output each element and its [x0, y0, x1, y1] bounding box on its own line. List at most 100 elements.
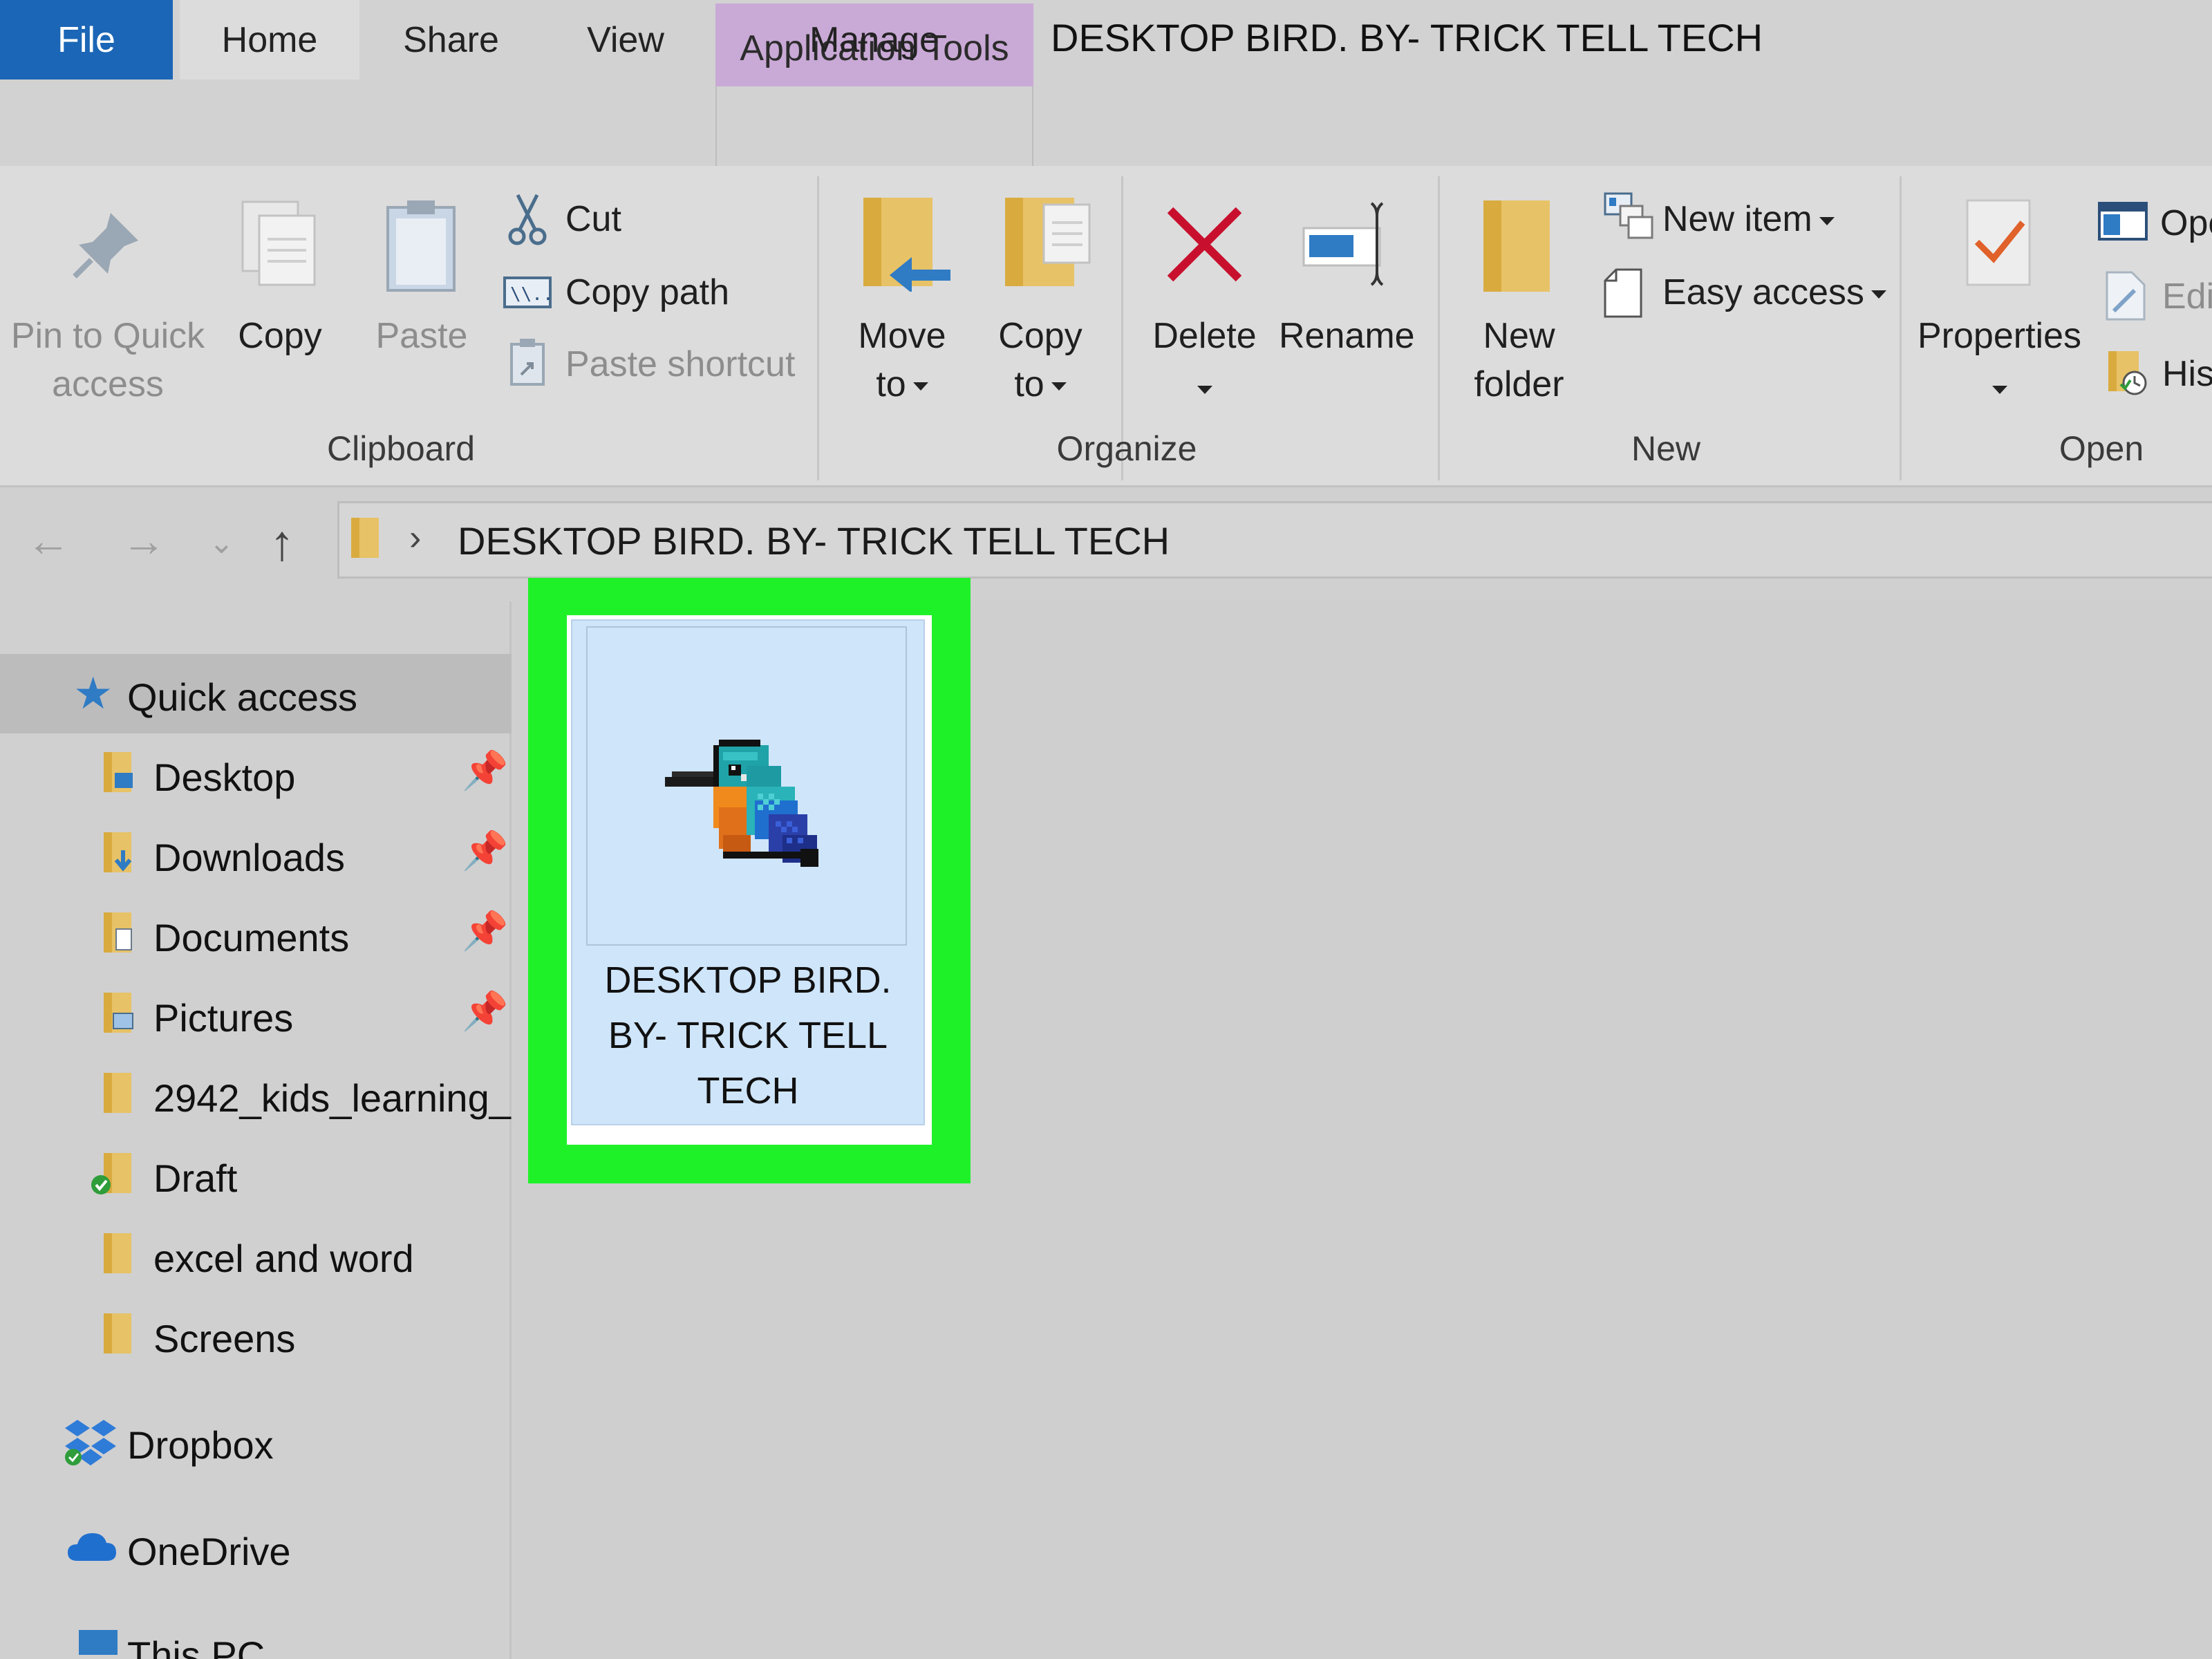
sidebar-item-label: Pictures: [153, 996, 294, 1040]
sidebar-item-desktop[interactable]: Desktop 📌: [0, 734, 512, 814]
properties-label: Properties: [1918, 316, 2081, 356]
group-label-clipboard: Clipboard: [326, 429, 475, 468]
sidebar-item-label: Downloads: [153, 836, 346, 879]
sidebar-item-kids-learning[interactable]: 2942_kids_learning_p: [0, 1055, 513, 1134]
move-to-label-line2: to: [840, 359, 964, 409]
new-folder-label-line1: New: [1483, 316, 1555, 356]
group-label-organize: Organize: [1056, 429, 1197, 468]
forward-arrow-icon[interactable]: →: [122, 515, 166, 566]
rename-label: Rename: [1279, 316, 1415, 356]
pictures-folder-icon: [104, 993, 133, 1033]
easy-access-label: Easy access: [1662, 268, 1886, 317]
file-thumbnail[interactable]: [586, 626, 907, 946]
sidebar-item-excel-and-word[interactable]: excel and word: [0, 1215, 512, 1295]
synced-folder-icon: [91, 1153, 131, 1194]
pin-label-line1: Pin to Quick: [10, 316, 205, 356]
kingfisher-bird-icon: [665, 740, 818, 867]
sidebar-item-label: 2942_kids_learning_p: [153, 1076, 513, 1120]
sidebar-item-label: Quick access: [127, 675, 357, 719]
chevron-down-icon: [1991, 386, 2007, 395]
breadcrumb[interactable]: DESKTOP BIRD. BY- TRICK TELL TECH: [458, 518, 1170, 563]
recent-locations-chevron-icon[interactable]: ⌄: [209, 525, 234, 561]
sidebar-item-quick-access[interactable]: ★ Quick access: [0, 654, 512, 733]
sidebar-item-pictures[interactable]: Pictures 📌: [0, 975, 512, 1054]
sidebar-item-onedrive[interactable]: OneDrive: [0, 1508, 512, 1588]
sidebar-item-dropbox[interactable]: Dropbox: [0, 1402, 512, 1481]
chevron-down-icon: [1819, 217, 1835, 226]
folder-icon: [351, 518, 379, 558]
delete-label: Delete: [1152, 316, 1257, 356]
breadcrumb-chevron-icon[interactable]: ›: [409, 517, 421, 559]
delete-dropdown[interactable]: [1137, 363, 1272, 413]
open-label: Ope: [2160, 203, 2212, 243]
manage-tab-background: [715, 86, 1033, 166]
back-arrow-icon[interactable]: ←: [26, 515, 71, 566]
paste-icon: [386, 200, 456, 292]
history-icon: [2108, 351, 2147, 395]
properties-dropdown[interactable]: [1915, 363, 2084, 413]
window-title: DESKTOP BIRD. BY- TRICK TELL TECH: [1051, 16, 1763, 59]
copy-label: Copy: [238, 316, 322, 356]
up-arrow-icon[interactable]: ↑: [270, 515, 294, 572]
cut-label: Cut: [565, 199, 621, 239]
new-item-label: New item: [1662, 195, 1835, 243]
pin-icon: [73, 213, 138, 279]
sidebar-item-draft[interactable]: Draft: [0, 1135, 512, 1215]
sidebar-item-label: excel and word: [153, 1237, 414, 1280]
file-name-label[interactable]: DESKTOP BIRD. BY- TRICK TELL TECH: [571, 953, 925, 1118]
new-item-icon: [1604, 192, 1653, 239]
paste-shortcut-icon: [510, 339, 545, 386]
downloads-folder-icon: [104, 832, 132, 872]
edit-icon: [2106, 271, 2146, 321]
sidebar-item-documents[interactable]: Documents 📌: [0, 894, 512, 974]
tab-manage[interactable]: Manage: [715, 0, 1033, 79]
folder-icon: [104, 1313, 131, 1353]
svg-text:\\..: \\..: [510, 284, 552, 305]
chevron-down-icon: [1051, 382, 1067, 391]
copy-to-label-line1: Copy: [998, 316, 1082, 356]
folder-icon: [104, 1233, 131, 1273]
dropbox-icon: [65, 1420, 116, 1465]
chevron-down-icon: [912, 382, 928, 391]
sidebar-item-screens[interactable]: Screens: [0, 1295, 512, 1375]
tab-share[interactable]: Share: [373, 0, 529, 79]
sidebar-item-downloads[interactable]: Downloads 📌: [0, 814, 512, 894]
group-label-open: Open: [2059, 429, 2144, 468]
sidebar-item-label: Screens: [153, 1317, 296, 1360]
new-folder-label-line2: folder: [1474, 364, 1564, 404]
group-label-new: New: [1631, 429, 1701, 468]
copy-path-label: Copy path: [565, 272, 730, 312]
paste-label: Paste: [375, 316, 468, 356]
tab-home[interactable]: Home: [180, 0, 359, 79]
sidebar-item-label: Documents: [153, 916, 350, 959]
copy-path-icon: \\..: [503, 276, 552, 308]
ribbon: Pin to Quick access Copy Paste Cut \\.. …: [0, 166, 2212, 487]
pin-icon[interactable]: 📌: [462, 830, 508, 873]
documents-folder-icon: [104, 912, 132, 953]
tab-view[interactable]: View: [546, 0, 705, 79]
move-to-label-line1: Move: [858, 316, 946, 356]
history-label: His: [2162, 354, 2212, 394]
rename-icon: [1302, 202, 1384, 286]
sidebar-item-label: This PC: [127, 1633, 265, 1659]
sidebar-item-this-pc[interactable]: This PC: [0, 1612, 512, 1659]
star-icon: ★: [73, 668, 113, 718]
sidebar-item-label: Draft: [153, 1156, 238, 1200]
ribbon-tabs: [0, 86, 2212, 166]
open-window-icon: [2098, 202, 2148, 241]
pin-icon[interactable]: 📌: [462, 910, 508, 953]
chevron-down-icon: [1197, 386, 1212, 395]
sidebar-item-label: OneDrive: [127, 1530, 291, 1573]
pin-label-line2: access: [52, 364, 164, 404]
edit-label: Edi: [2162, 276, 2212, 317]
chevron-down-icon: [1871, 290, 1886, 299]
sidebar-item-label: Desktop: [153, 756, 296, 799]
move-to-icon: [863, 198, 950, 292]
tab-file[interactable]: File: [0, 0, 173, 79]
properties-check-icon: [1966, 199, 2031, 286]
pin-icon[interactable]: 📌: [462, 990, 508, 1033]
pin-icon[interactable]: 📌: [462, 749, 508, 793]
navigation-pane: ★ Quick access Desktop 📌 Downloads 📌 Doc…: [0, 601, 513, 1659]
delete-x-icon: [1167, 207, 1242, 282]
group-divider: [1900, 176, 1902, 480]
